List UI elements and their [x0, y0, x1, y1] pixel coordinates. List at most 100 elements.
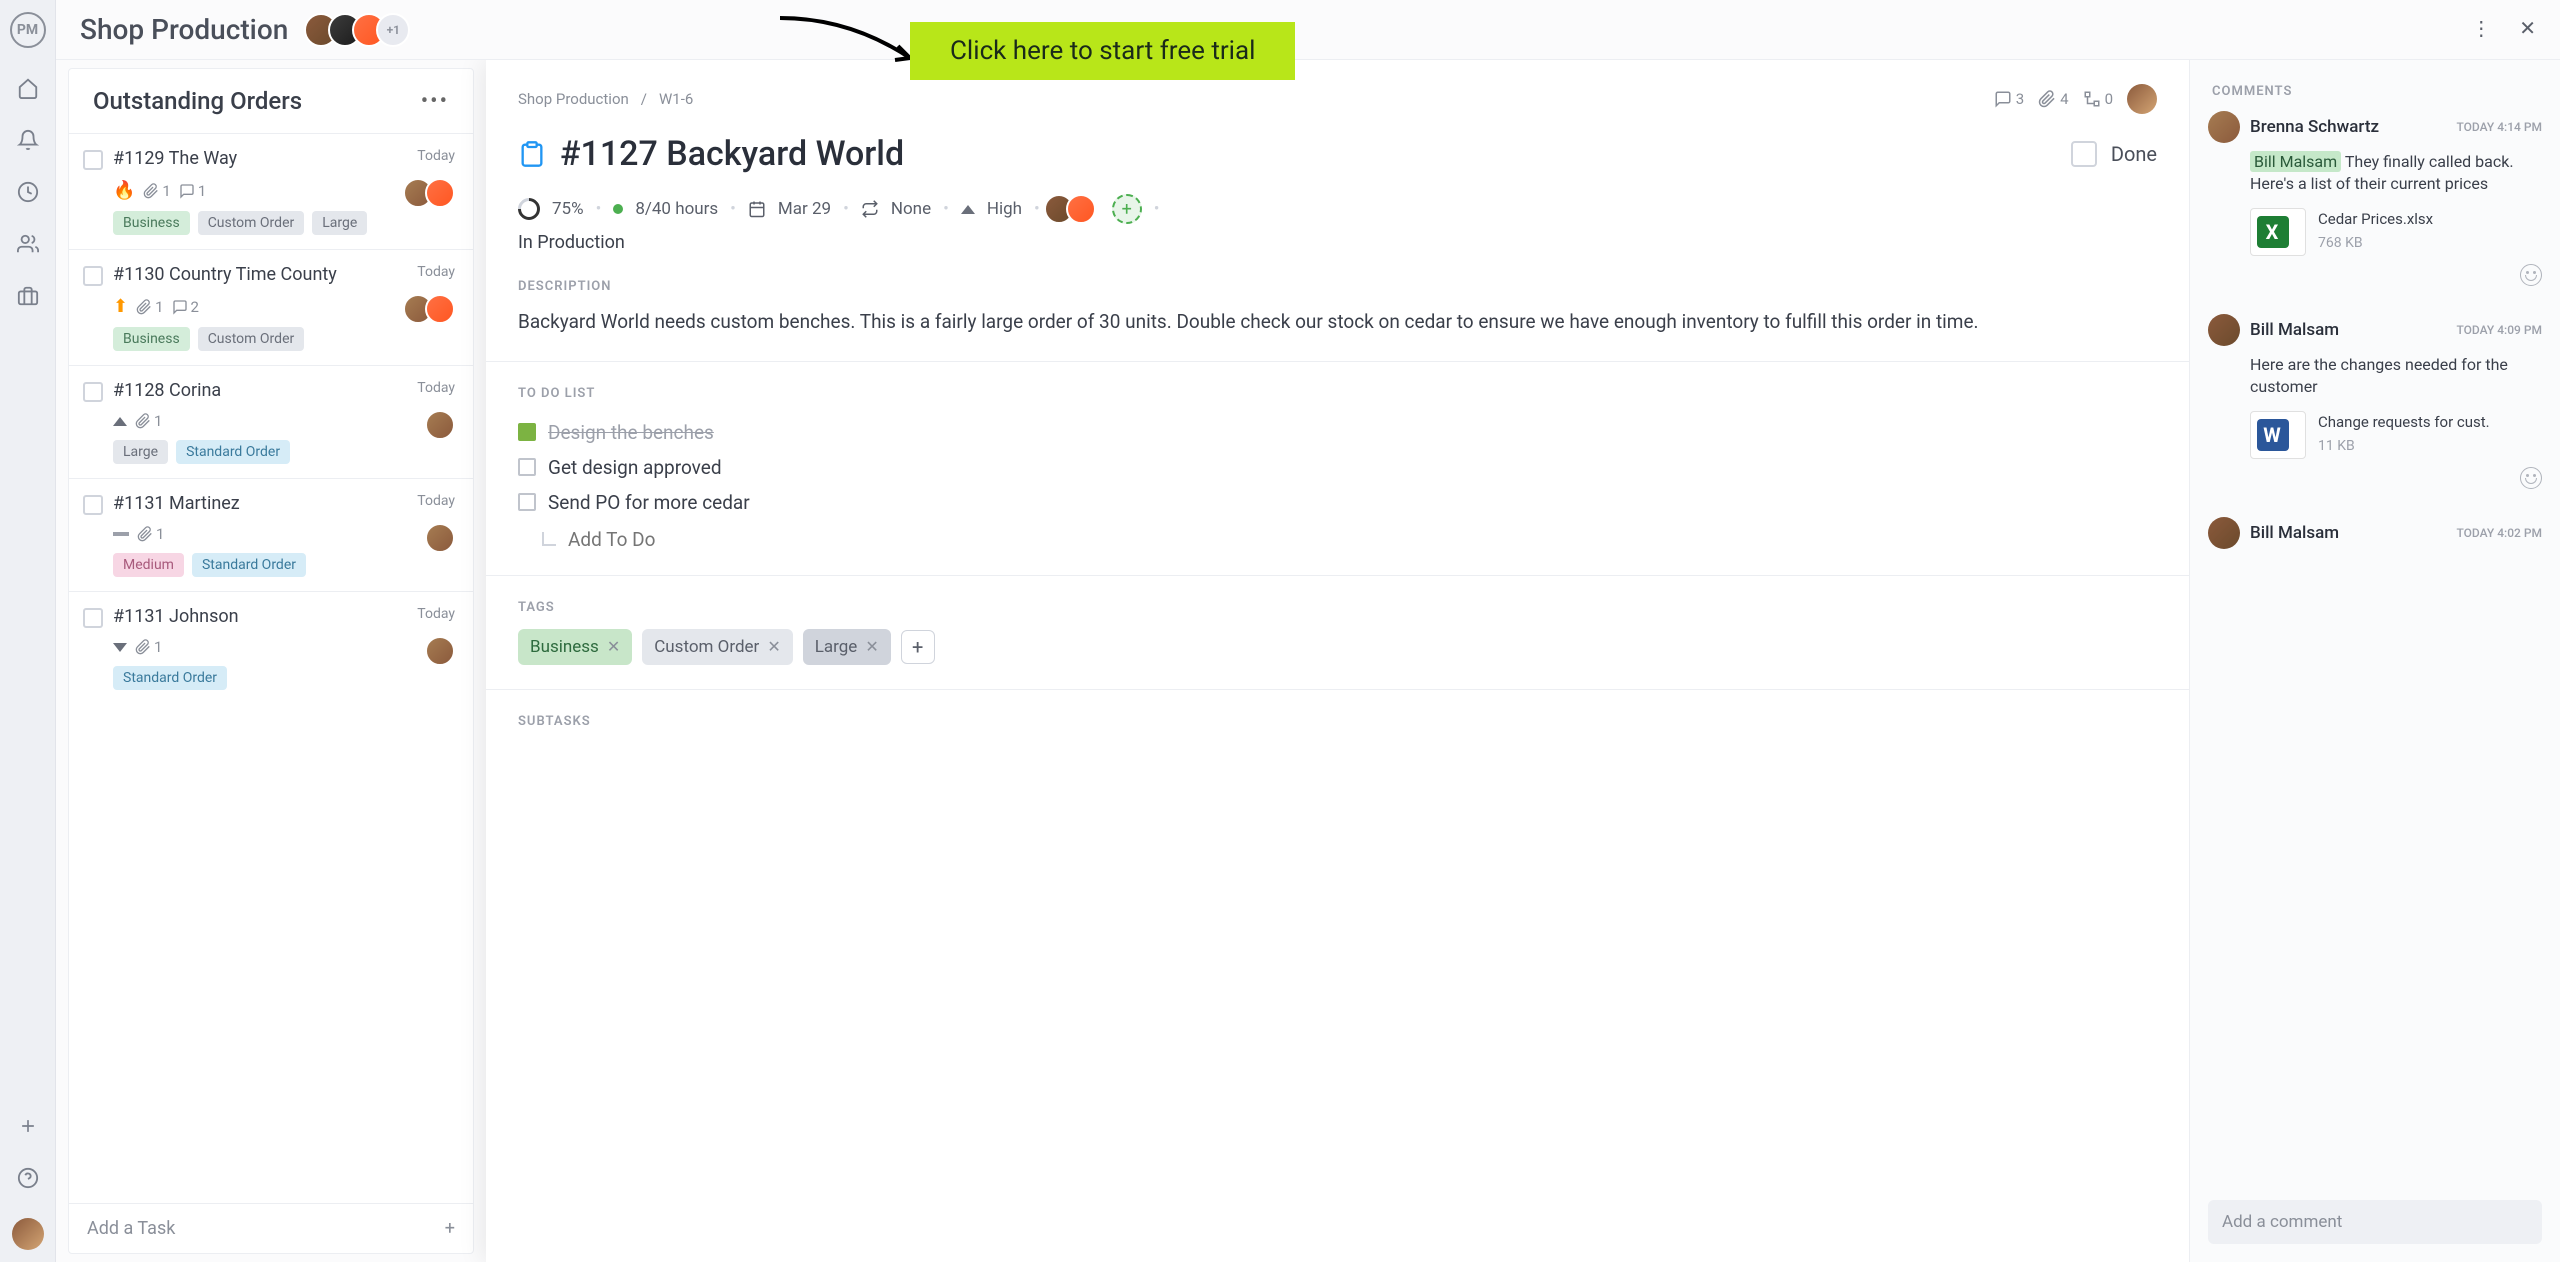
add-task[interactable]: Add a Task + [69, 1203, 473, 1253]
priority-down-icon [113, 643, 127, 652]
todo-item[interactable]: Design the benches [518, 415, 2157, 450]
card-title: #1129 The Way [113, 148, 407, 169]
task-card[interactable]: #1129 The WayToday🔥11BusinessCustom Orde… [69, 133, 473, 249]
paperclip-icon: 1 [136, 298, 163, 316]
comment-icon: 1 [179, 182, 206, 200]
attach-count-icon[interactable]: 4 [2038, 90, 2068, 108]
task-checkbox[interactable] [83, 150, 103, 170]
briefcase-icon[interactable] [16, 284, 40, 308]
todo-checkbox[interactable] [518, 493, 536, 511]
subtask-count-icon[interactable]: 0 [2083, 90, 2113, 108]
comment-count-icon[interactable]: 3 [1994, 90, 2024, 108]
tag-pill[interactable]: Custom Order ✕ [642, 629, 793, 665]
task-card[interactable]: #1131 JohnsonToday1Standard Order [69, 591, 473, 704]
tag-pill[interactable]: Large ✕ [803, 629, 891, 665]
add-icon[interactable] [16, 1114, 40, 1138]
arrow-annotation [760, 8, 930, 88]
task-checkbox[interactable] [83, 266, 103, 286]
remove-tag-icon[interactable]: ✕ [865, 637, 878, 656]
todo-item[interactable]: Send PO for more cedar [518, 485, 2157, 520]
comment-author: Bill Malsam [2250, 523, 2339, 543]
more-vert-icon[interactable]: ⋮ [2471, 16, 2491, 40]
mention[interactable]: Bill Malsam [2250, 151, 2341, 172]
task-status[interactable]: In Production [518, 232, 2157, 253]
tag[interactable]: Business [113, 327, 190, 351]
comment-input[interactable]: Add a comment [2208, 1200, 2542, 1244]
tag[interactable]: Medium [113, 553, 184, 577]
clipboard-icon [518, 140, 546, 168]
comment-avatar[interactable] [2208, 111, 2240, 143]
todo-item[interactable]: Get design approved [518, 450, 2157, 485]
file-icon: W [2250, 411, 2306, 459]
react-icon[interactable] [2520, 467, 2542, 489]
card-date: Today [417, 606, 455, 622]
repeat-icon [861, 200, 879, 218]
comment: Brenna SchwartzTODAY 4:14 PMBill Malsam … [2208, 111, 2542, 286]
task-checkbox[interactable] [83, 608, 103, 628]
tag[interactable]: Business [113, 211, 190, 235]
priority-up-icon [113, 417, 127, 426]
nav-rail: PM [0, 0, 56, 1262]
tag[interactable]: Custom Order [198, 327, 305, 351]
tag[interactable]: Standard Order [192, 553, 306, 577]
add-todo-input[interactable] [568, 528, 813, 551]
comment-avatar[interactable] [2208, 517, 2240, 549]
help-icon[interactable] [16, 1166, 40, 1190]
comment-time: TODAY 4:09 PM [2457, 323, 2543, 337]
tag[interactable]: Standard Order [176, 440, 290, 464]
add-assignee-button[interactable]: + [1112, 194, 1142, 224]
breadcrumb: Shop Production / W1-6 3 4 0 [518, 84, 2157, 114]
paperclip-icon: 1 [135, 412, 162, 430]
member-avatars[interactable]: +1 [304, 13, 410, 47]
comment-avatar[interactable] [2208, 314, 2240, 346]
add-tag-button[interactable]: + [901, 630, 935, 664]
plus-icon[interactable]: + [445, 1218, 455, 1239]
corner-icon [542, 532, 556, 546]
task-title[interactable]: #1127 Backyard World [560, 134, 2057, 174]
assignee-stack[interactable] [1052, 194, 1096, 224]
calendar-icon [748, 200, 766, 218]
tag[interactable]: Large [113, 440, 168, 464]
remove-tag-icon[interactable]: ✕ [607, 637, 620, 656]
task-checkbox[interactable] [83, 382, 103, 402]
task-card[interactable]: #1130 Country Time CountyToday⬆12Busines… [69, 249, 473, 365]
task-checkbox[interactable] [83, 495, 103, 515]
card-title: #1130 Country Time County [113, 264, 407, 285]
tag-pill[interactable]: Business ✕ [518, 629, 632, 665]
user-avatar[interactable] [12, 1218, 44, 1250]
card-title: #1131 Martinez [113, 493, 407, 514]
column-outstanding: Outstanding Orders ••• #1129 The Way Toda… [68, 68, 474, 1254]
task-detail-panel: Shop Production / W1-6 3 4 0 [486, 60, 2560, 1262]
task-card[interactable]: #1131 Martinez Today 1 Medium Standard Order [69, 478, 473, 591]
task-card[interactable]: #1128 CorinaToday1LargeStandard Order [69, 365, 473, 478]
cta-banner[interactable]: Click here to start free trial [910, 22, 1295, 80]
project-title: Shop Production [80, 13, 288, 46]
remove-tag-icon[interactable]: ✕ [767, 637, 780, 656]
tag[interactable]: Custom Order [198, 211, 305, 235]
clock-icon[interactable] [16, 180, 40, 204]
task-description[interactable]: Backyard World needs custom benches. Thi… [518, 308, 2157, 337]
progress-ring-icon[interactable] [513, 193, 544, 224]
card-date: Today [417, 148, 455, 164]
people-icon[interactable] [16, 232, 40, 256]
card-date: Today [417, 493, 455, 509]
attachment[interactable]: XCedar Prices.xlsx768 KB [2250, 208, 2542, 256]
app-logo[interactable]: PM [10, 12, 46, 48]
close-icon[interactable]: ✕ [2519, 16, 2536, 40]
assignee-avatar[interactable] [2127, 84, 2157, 114]
column-menu-icon[interactable]: ••• [421, 89, 449, 114]
bell-icon[interactable] [16, 128, 40, 152]
tag[interactable]: Standard Order [113, 666, 227, 690]
paperclip-icon: 1 [137, 525, 164, 543]
todo-checkbox[interactable] [518, 423, 536, 441]
todo-checkbox[interactable] [518, 458, 536, 476]
column-title: Outstanding Orders [93, 87, 302, 115]
react-icon[interactable] [2520, 264, 2542, 286]
comment-time: TODAY 4:14 PM [2457, 120, 2543, 134]
priority-none-icon [113, 532, 129, 536]
attachment[interactable]: WChange requests for cust.11 KB [2250, 411, 2542, 459]
done-checkbox[interactable] [2071, 141, 2097, 167]
tag[interactable]: Large [312, 211, 367, 235]
home-icon[interactable] [16, 76, 40, 100]
topbar: Shop Production +1 [56, 0, 2560, 60]
